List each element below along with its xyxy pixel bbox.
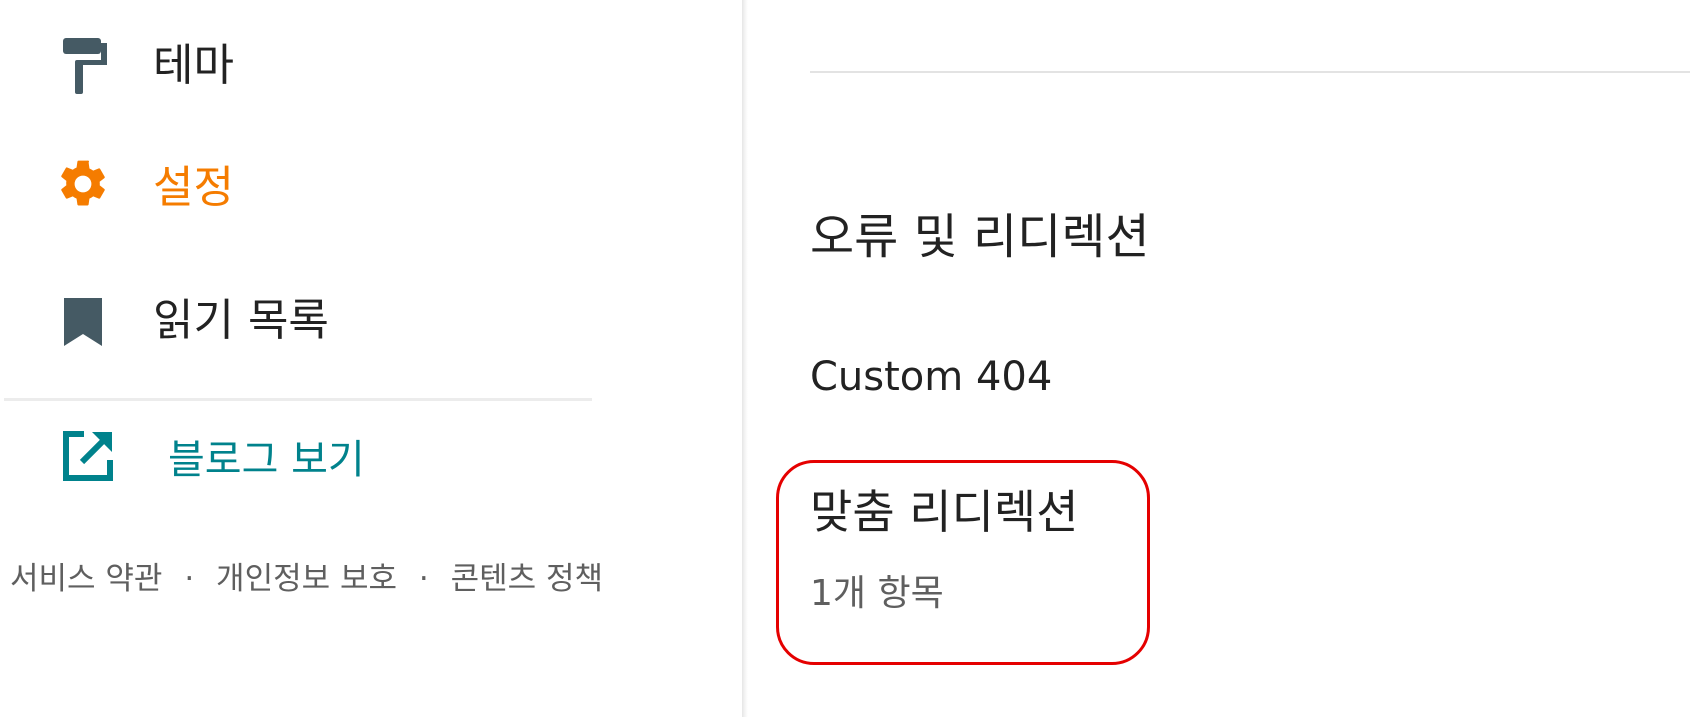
privacy-link[interactable]: 개인정보 보호 xyxy=(216,561,397,597)
sidebar-item-settings[interactable]: 설정 xyxy=(0,146,745,226)
view-blog-label: 블로그 보기 xyxy=(168,437,365,483)
sidebar-divider xyxy=(4,398,592,401)
sidebar-item-label: 테마 xyxy=(153,40,234,91)
content-policy-link[interactable]: 콘텐츠 정책 xyxy=(451,561,603,597)
settings-main: 오류 및 리디렉션 Custom 404 맞춤 리디렉션 1개 항목 xyxy=(748,0,1690,717)
section-divider xyxy=(810,71,1690,73)
sidebar: 테마 설정 읽기 목록 블로그 보기 서비스 약관 · 개인정보 보호 · 콘텐… xyxy=(0,0,745,717)
view-blog-link[interactable]: 블로그 보기 xyxy=(0,420,745,500)
custom-404-setting[interactable]: Custom 404 xyxy=(810,357,1052,397)
paint-roller-icon xyxy=(57,34,117,94)
open-in-new-icon xyxy=(60,428,120,488)
bookmark-icon xyxy=(60,294,120,354)
page: 테마 설정 읽기 목록 블로그 보기 서비스 약관 · 개인정보 보호 · 콘텐… xyxy=(0,0,1690,717)
footer-links: 서비스 약관 · 개인정보 보호 · 콘텐츠 정책 xyxy=(10,553,603,598)
sidebar-item-label: 설정 xyxy=(153,162,234,213)
sidebar-item-theme[interactable]: 테마 xyxy=(0,24,745,104)
custom-redirects-count: 1개 항목 xyxy=(810,573,944,614)
sidebar-item-label: 읽기 목록 xyxy=(153,295,329,346)
terms-link[interactable]: 서비스 약관 xyxy=(10,561,162,597)
custom-redirects-title[interactable]: 맞춤 리디렉션 xyxy=(810,489,1079,535)
footer-separator: · xyxy=(418,561,429,597)
sidebar-item-reading-list[interactable]: 읽기 목록 xyxy=(0,286,745,366)
gear-icon xyxy=(55,156,115,216)
section-title: 오류 및 리디렉션 xyxy=(810,209,1150,265)
footer-separator: · xyxy=(184,561,195,597)
